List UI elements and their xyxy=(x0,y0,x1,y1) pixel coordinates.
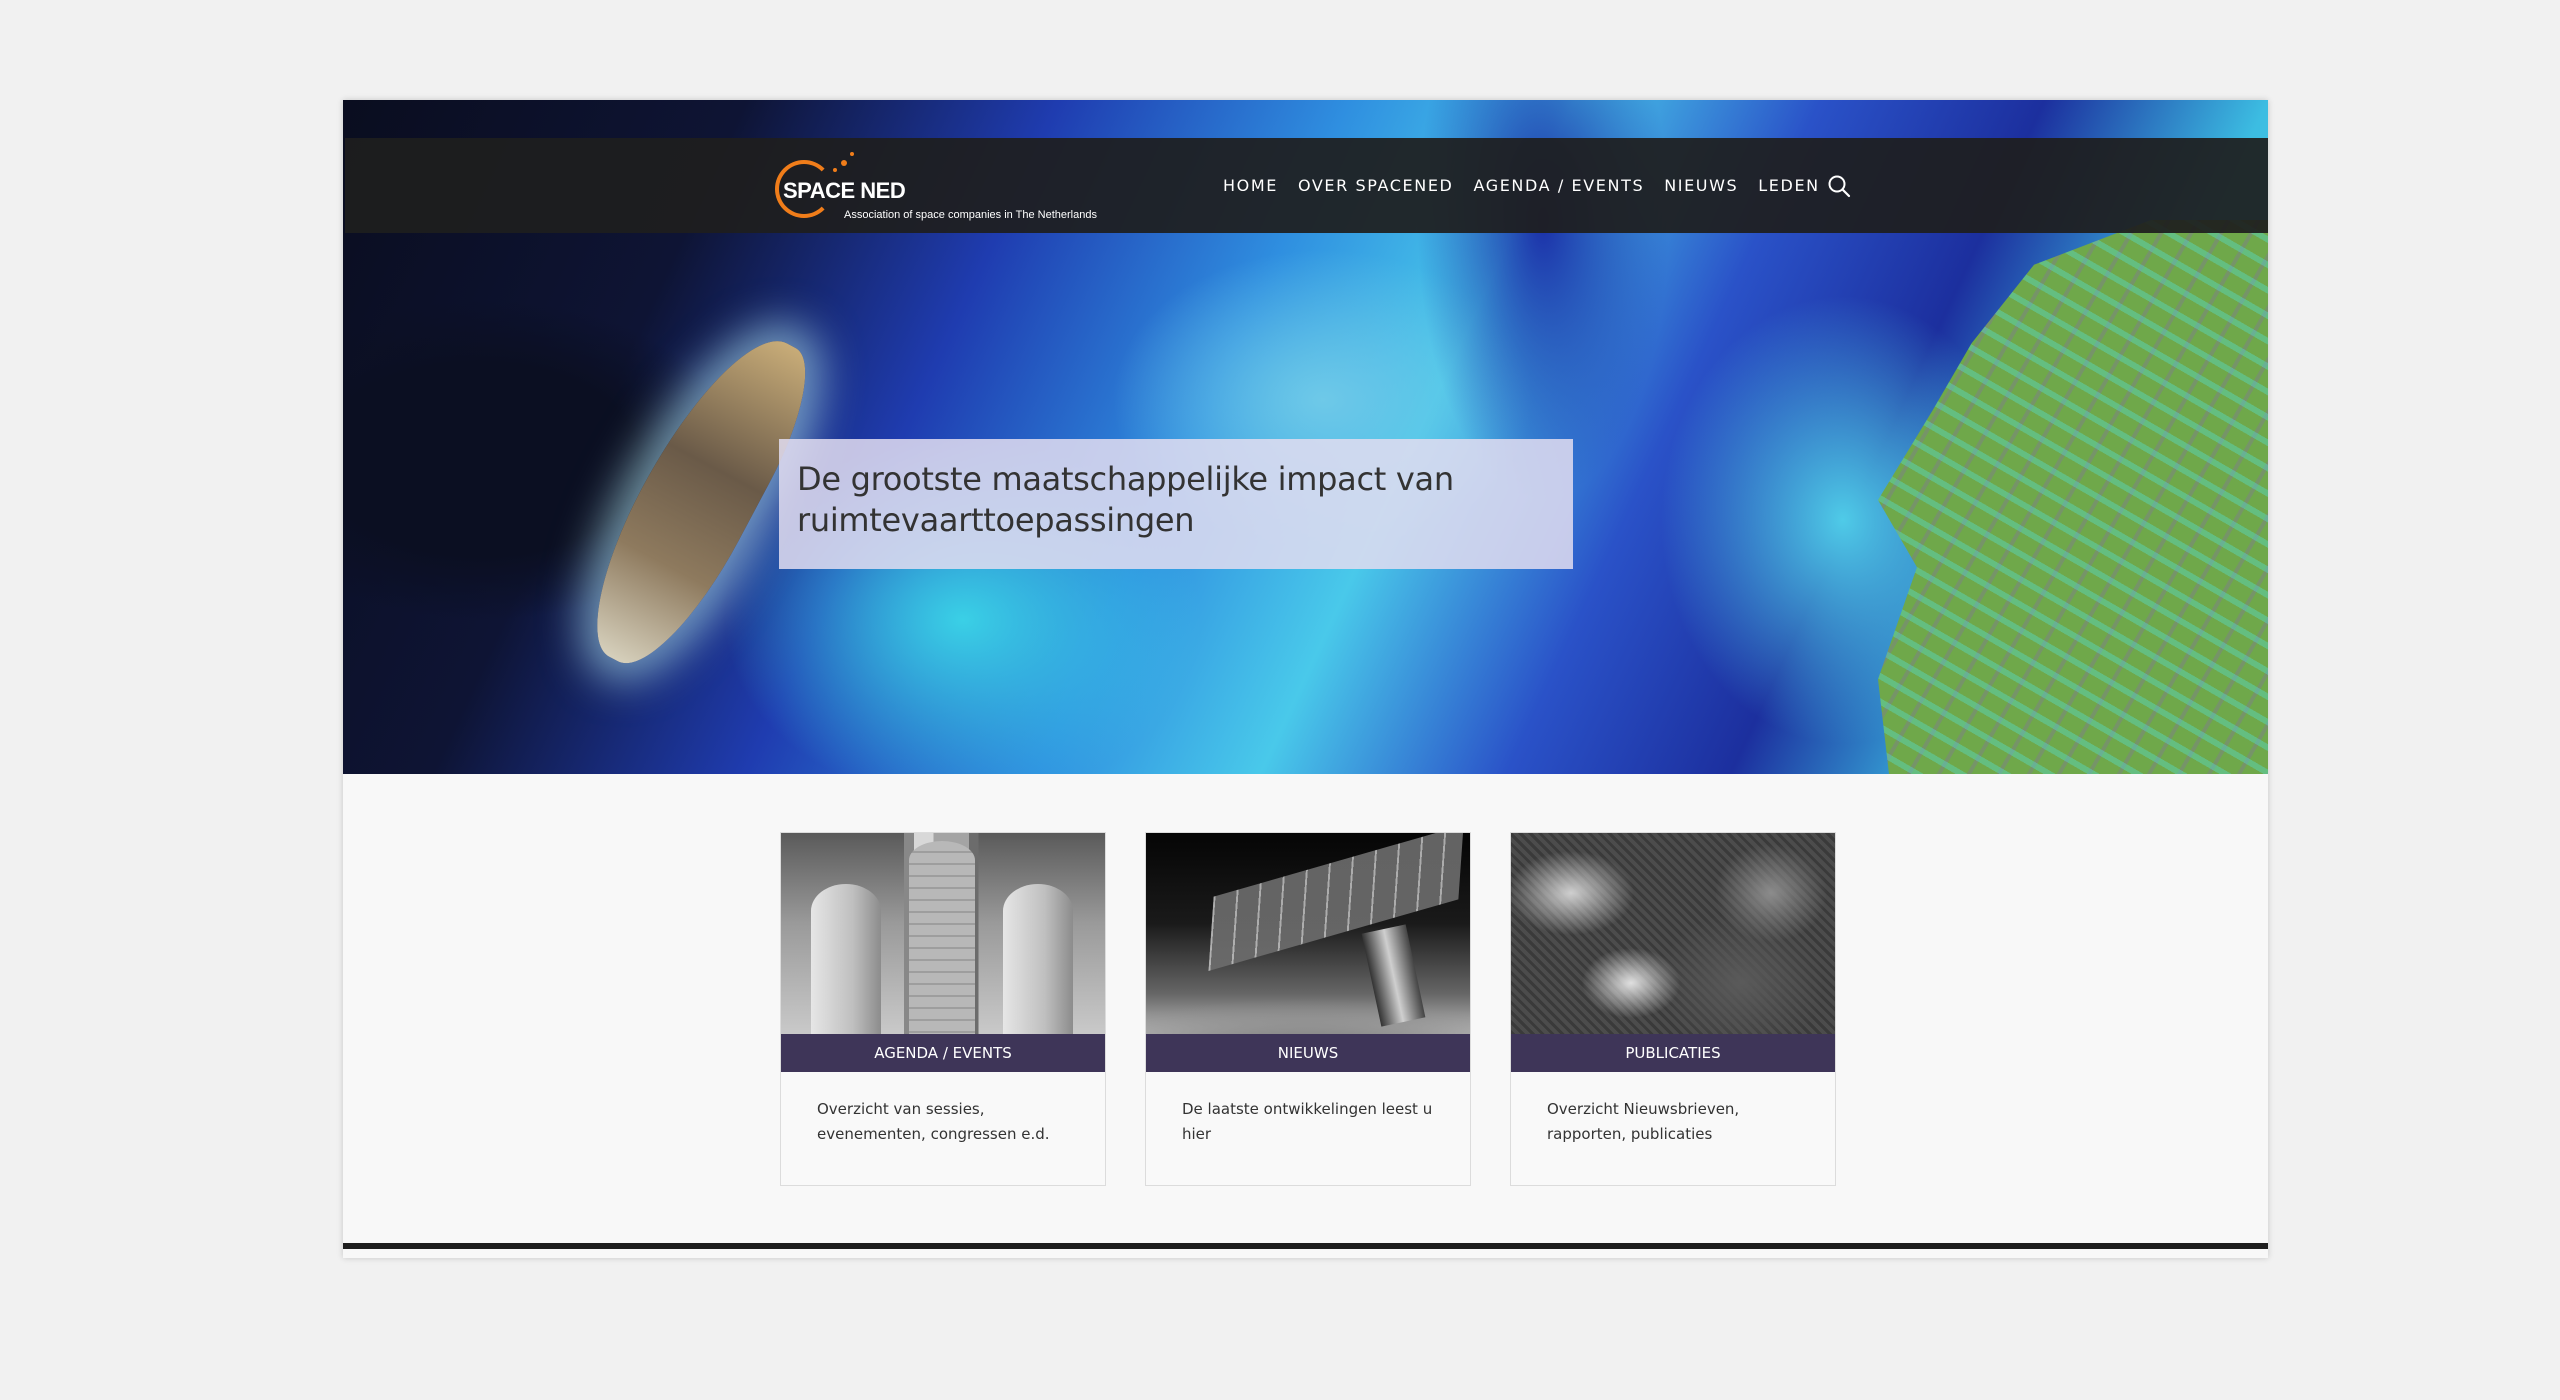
feature-cards: AGENDA / EVENTS Overzicht van sessies, e… xyxy=(780,832,1840,1187)
card-description: Overzicht Nieuwsbrieven, rapporten, publ… xyxy=(1547,1100,1740,1143)
card-label-nieuws[interactable]: NIEUWS xyxy=(1146,1034,1470,1072)
hero-title: De grootste maatschappelijke impact van … xyxy=(797,460,1454,539)
card-description: Overzicht van sessies, evenementen, cong… xyxy=(817,1100,1050,1143)
logo-star-icon xyxy=(841,160,847,166)
nav-nieuws[interactable]: NIEUWS xyxy=(1664,176,1738,195)
footer-divider xyxy=(343,1243,2268,1249)
rocket-booster xyxy=(1003,884,1073,1034)
nav-over-spacened[interactable]: OVER SPACENED xyxy=(1298,176,1454,195)
logo-star-icon xyxy=(850,152,854,156)
earth-image xyxy=(1511,833,1835,1034)
card-label-publicaties[interactable]: PUBLICATIES xyxy=(1511,1034,1835,1072)
rocket-image xyxy=(781,833,1105,1034)
page-frame: SPACE NED Association of space companies… xyxy=(343,100,2268,1258)
satellite-body xyxy=(1361,924,1426,1027)
logo-star-icon xyxy=(833,168,837,172)
card-label-agenda-events[interactable]: AGENDA / EVENTS xyxy=(781,1034,1105,1072)
hero-caption-box: De grootste maatschappelijke impact van … xyxy=(779,439,1573,569)
rocket-core xyxy=(909,841,975,1034)
satellite-image xyxy=(1146,833,1470,1034)
nav-leden[interactable]: LEDEN xyxy=(1758,176,1819,195)
card-description: De laatste ontwikkelingen leest u hier xyxy=(1182,1100,1433,1143)
logo-wordmark: SPACE NED xyxy=(783,178,906,203)
card-agenda-events[interactable]: AGENDA / EVENTS Overzicht van sessies, e… xyxy=(780,832,1106,1186)
rocket-booster xyxy=(811,884,881,1034)
hero-landmass xyxy=(1878,220,2268,774)
search-icon[interactable] xyxy=(1826,173,1852,199)
main-menu: HOME OVER SPACENED AGENDA / EVENTS NIEUW… xyxy=(1223,138,1840,233)
hero-banner: SPACE NED Association of space companies… xyxy=(343,100,2268,774)
card-publicaties[interactable]: PUBLICATIES Overzicht Nieuwsbrieven, rap… xyxy=(1510,832,1836,1186)
top-navbar: SPACE NED Association of space companies… xyxy=(345,138,2268,233)
nav-home[interactable]: HOME xyxy=(1223,176,1278,195)
logo-tagline: Association of space companies in The Ne… xyxy=(844,209,1097,221)
card-nieuws[interactable]: NIEUWS De laatste ontwikkelingen leest u… xyxy=(1145,832,1471,1186)
satellite-panel xyxy=(1208,833,1464,971)
site-logo[interactable]: SPACE NED Association of space companies… xyxy=(775,148,1115,228)
nav-agenda-events[interactable]: AGENDA / EVENTS xyxy=(1473,176,1644,195)
